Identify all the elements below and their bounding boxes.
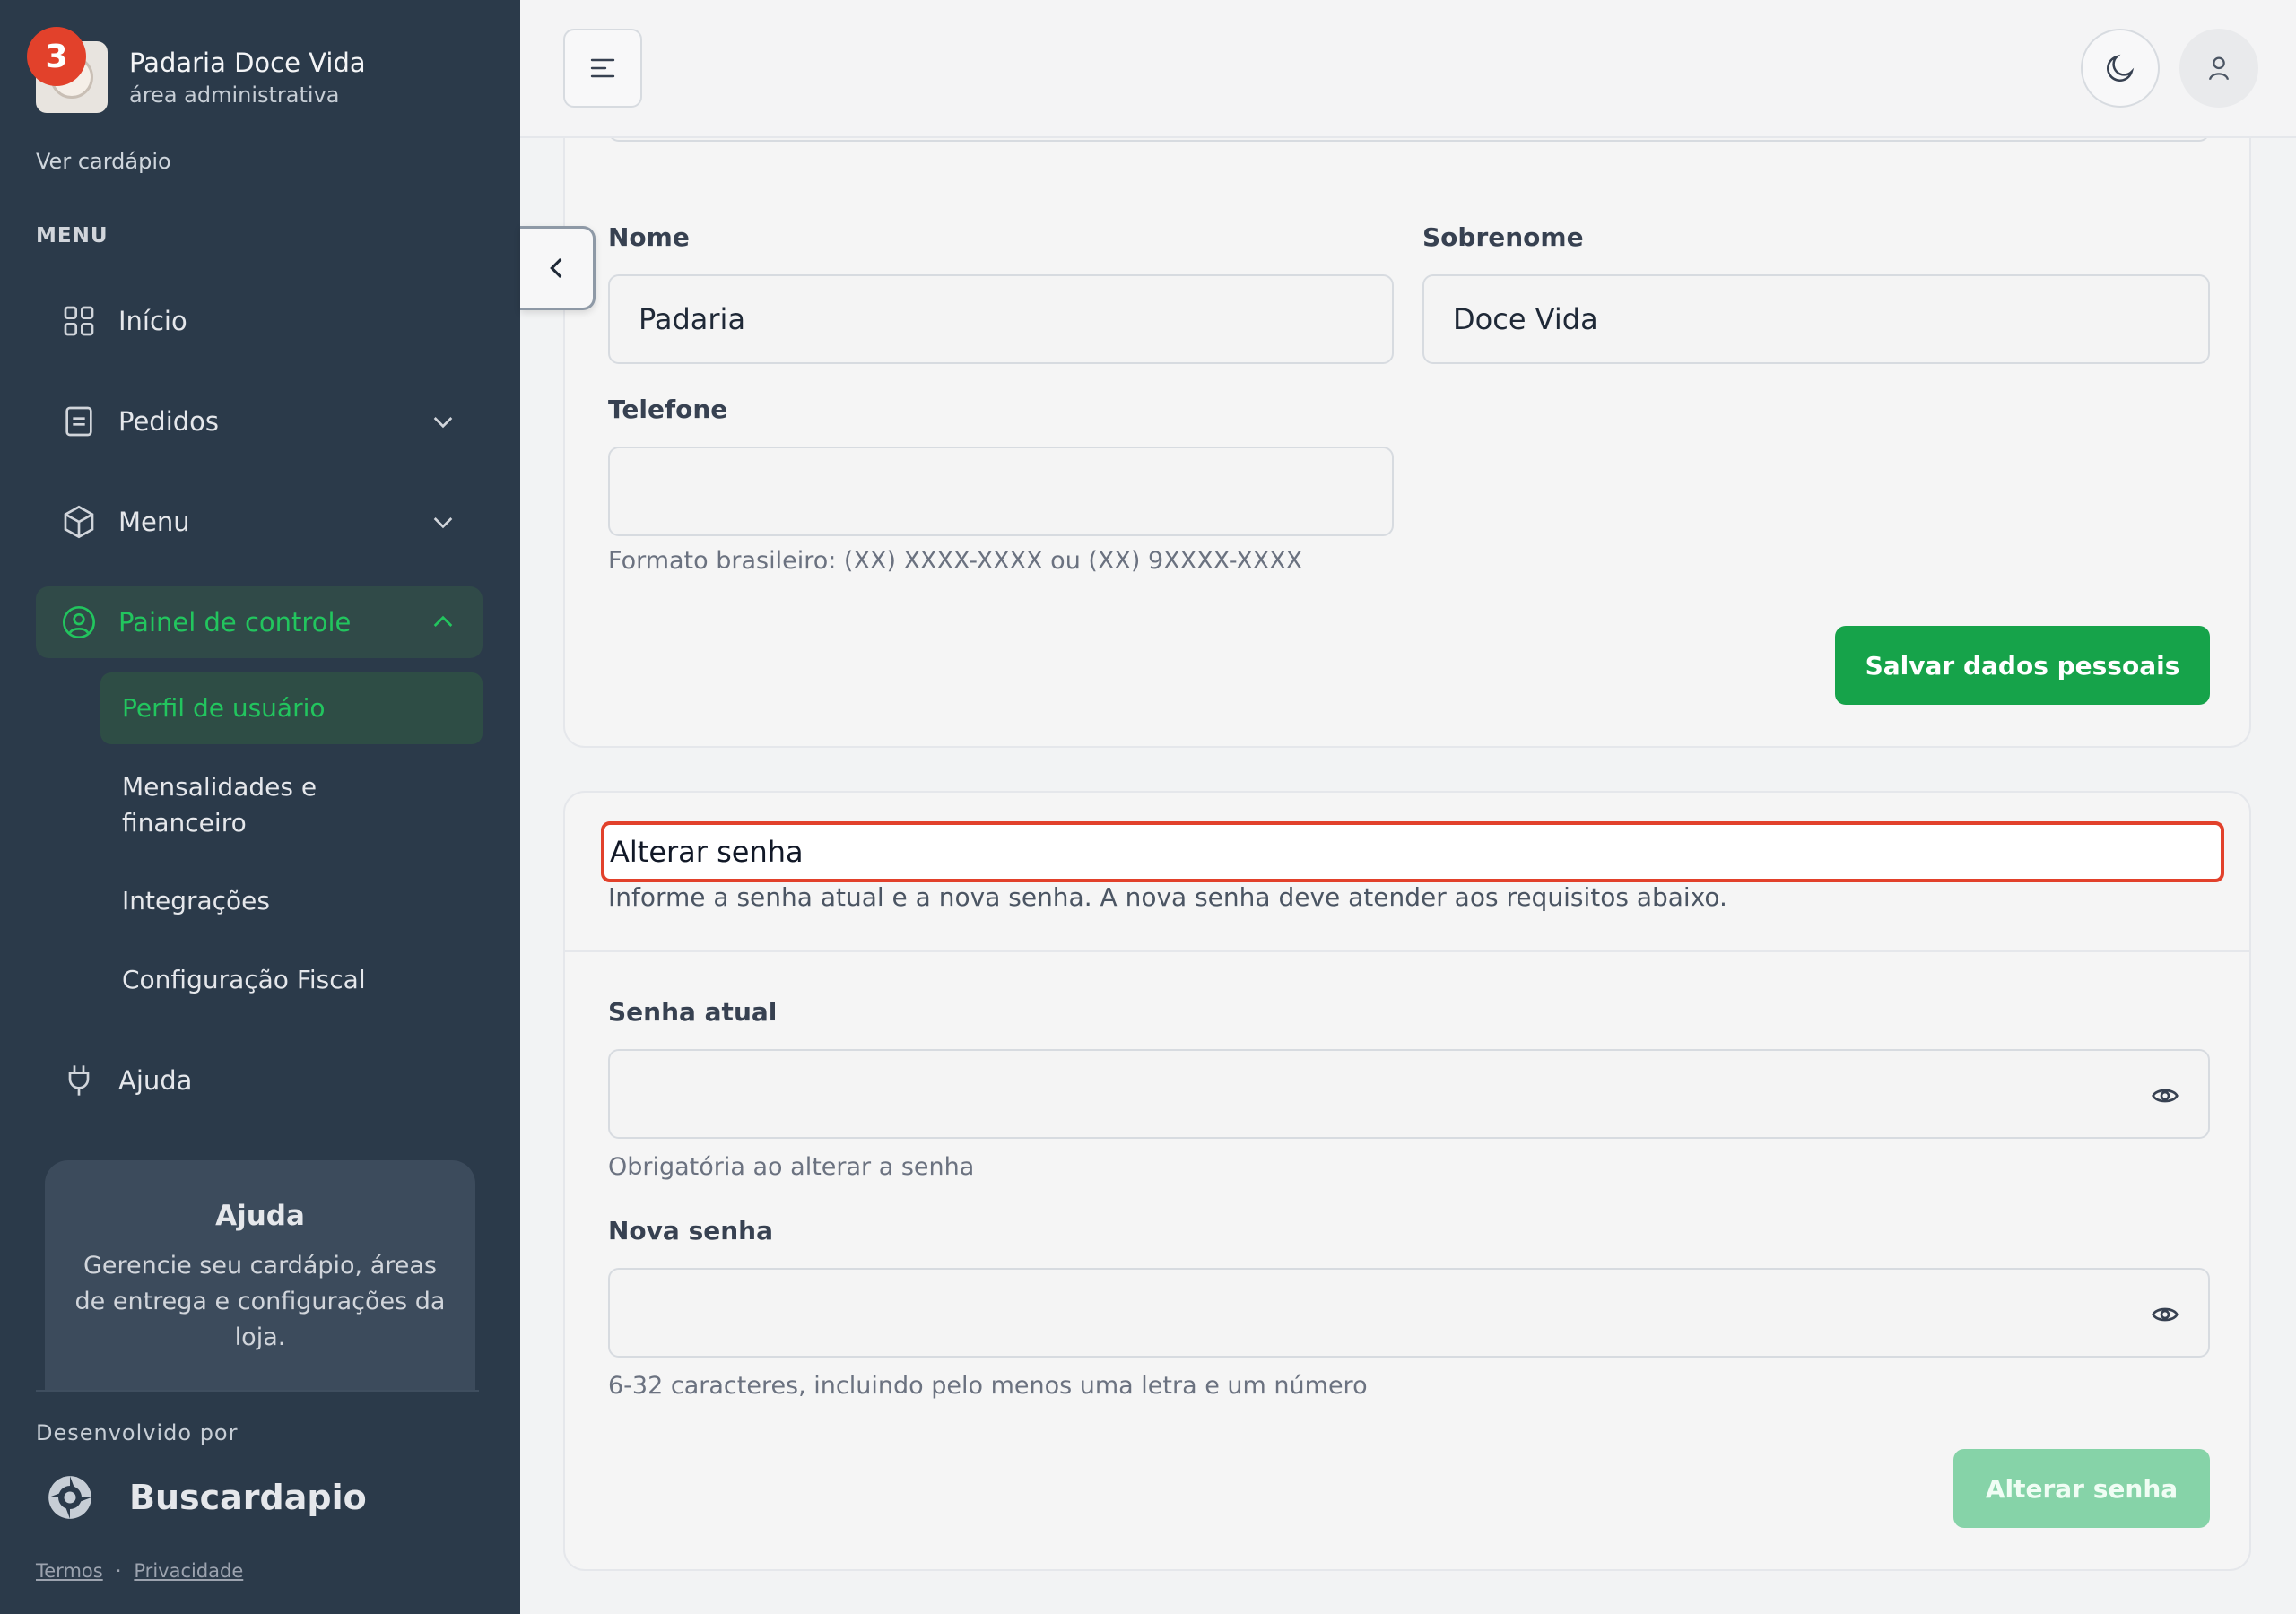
sidebar-collapse-button[interactable] xyxy=(520,226,596,310)
chevron-down-icon xyxy=(433,417,453,429)
sidebar-subitem-integracoes[interactable]: Integrações xyxy=(100,883,483,919)
sidebar-item-label: Painel de controle xyxy=(118,607,352,638)
terms-link[interactable]: Termos xyxy=(36,1560,103,1582)
plug-icon xyxy=(57,1059,100,1102)
sidebar-subitem-perfil[interactable]: Perfil de usuário xyxy=(100,672,483,744)
sidebar-item-label: Pedidos xyxy=(118,406,220,437)
new-password-input[interactable] xyxy=(608,1268,2210,1358)
sidebar-item-pedidos[interactable]: Pedidos xyxy=(36,386,483,457)
sidebar: 3 Padaria Doce Vida área administrativa … xyxy=(0,0,520,1614)
chevron-up-icon xyxy=(433,615,453,627)
moon-icon xyxy=(2107,54,2135,82)
topbar xyxy=(520,0,2296,138)
eye-icon[interactable] xyxy=(2151,1081,2179,1110)
help-card-title: Ajuda xyxy=(215,1200,305,1232)
personal-data-card: Nome Padaria Sobrenome Doce Vida Telefon… xyxy=(563,54,2251,748)
change-password-button[interactable]: Alterar senha xyxy=(1953,1449,2210,1528)
sobrenome-label: Sobrenome xyxy=(1422,222,1584,252)
box-icon xyxy=(57,500,100,543)
chevron-left-icon xyxy=(549,257,561,279)
telefone-hint: Formato brasileiro: (XX) XXXX-XXXX ou (X… xyxy=(608,547,1303,575)
menu-toggle-button[interactable] xyxy=(563,29,642,108)
notification-badge: 3 xyxy=(27,27,86,86)
help-card-description: Gerencie seu cardápio, áreas de entrega … xyxy=(74,1252,446,1351)
current-password-input[interactable] xyxy=(608,1049,2210,1139)
new-password-label: Nova senha xyxy=(608,1216,773,1245)
change-password-title: Alterar senha xyxy=(601,821,2224,882)
telefone-input[interactable] xyxy=(608,447,1394,536)
brand-logo: 3 xyxy=(27,27,108,113)
user-circle-icon xyxy=(57,601,100,644)
receipt-icon xyxy=(57,400,100,443)
help-card: Ajuda Gerencie seu cardápio, áreas de en… xyxy=(45,1160,475,1390)
sidebar-item-inicio[interactable]: Início xyxy=(36,285,483,357)
sidebar-divider xyxy=(36,1390,479,1392)
sidebar-item-label: Início xyxy=(118,306,187,336)
change-password-card: Alterar senha Informe a senha atual e a … xyxy=(563,791,2251,1571)
developer-name: Buscardapio xyxy=(129,1478,367,1517)
user-menu-button[interactable] xyxy=(2179,29,2258,108)
new-password-hint: 6-32 caracteres, incluindo pelo menos um… xyxy=(608,1372,1368,1400)
grid-icon xyxy=(57,299,100,343)
menu-icon xyxy=(590,58,615,78)
developed-by-label: Desenvolvido por xyxy=(36,1420,239,1445)
brand-name: Padaria Doce Vida xyxy=(129,48,366,78)
current-password-label: Senha atual xyxy=(608,997,778,1027)
sobrenome-input[interactable]: Doce Vida xyxy=(1422,274,2210,364)
buscardapio-logo-icon xyxy=(48,1476,91,1519)
legal-links: Termos · Privacidade xyxy=(36,1560,244,1582)
sidebar-item-menu[interactable]: Menu xyxy=(36,486,483,558)
eye-icon[interactable] xyxy=(2151,1300,2179,1329)
change-password-subtitle: Informe a senha atual e a nova senha. A … xyxy=(608,882,1727,912)
theme-toggle-button[interactable] xyxy=(2081,29,2160,108)
brand-subtitle: área administrativa xyxy=(129,82,340,108)
view-menu-link[interactable]: Ver cardápio xyxy=(36,149,171,174)
privacy-link[interactable]: Privacidade xyxy=(134,1560,243,1582)
nome-input[interactable]: Padaria xyxy=(608,274,1394,364)
sidebar-item-ajuda[interactable]: Ajuda xyxy=(36,1045,483,1116)
developer-brand[interactable]: Buscardapio xyxy=(47,1474,367,1521)
sidebar-item-label: Menu xyxy=(118,507,190,537)
user-icon xyxy=(2208,56,2230,81)
sidebar-item-painel[interactable]: Painel de controle xyxy=(36,586,483,658)
current-password-hint: Obrigatória ao alterar a senha xyxy=(608,1153,975,1181)
section-divider xyxy=(565,950,2249,952)
telefone-label: Telefone xyxy=(608,395,728,424)
brand[interactable]: 3 Padaria Doce Vida área administrativa xyxy=(27,27,366,113)
sidebar-subitem-mensalidades[interactable]: Mensalidades e financeiro xyxy=(100,769,405,841)
sidebar-subitem-fiscal[interactable]: Configuração Fiscal xyxy=(100,962,483,998)
save-personal-data-button[interactable]: Salvar dados pessoais xyxy=(1835,626,2210,705)
sidebar-item-label: Ajuda xyxy=(118,1065,193,1096)
chevron-down-icon xyxy=(433,517,453,529)
menu-section-label: MENU xyxy=(36,224,109,247)
nome-label: Nome xyxy=(608,222,690,252)
